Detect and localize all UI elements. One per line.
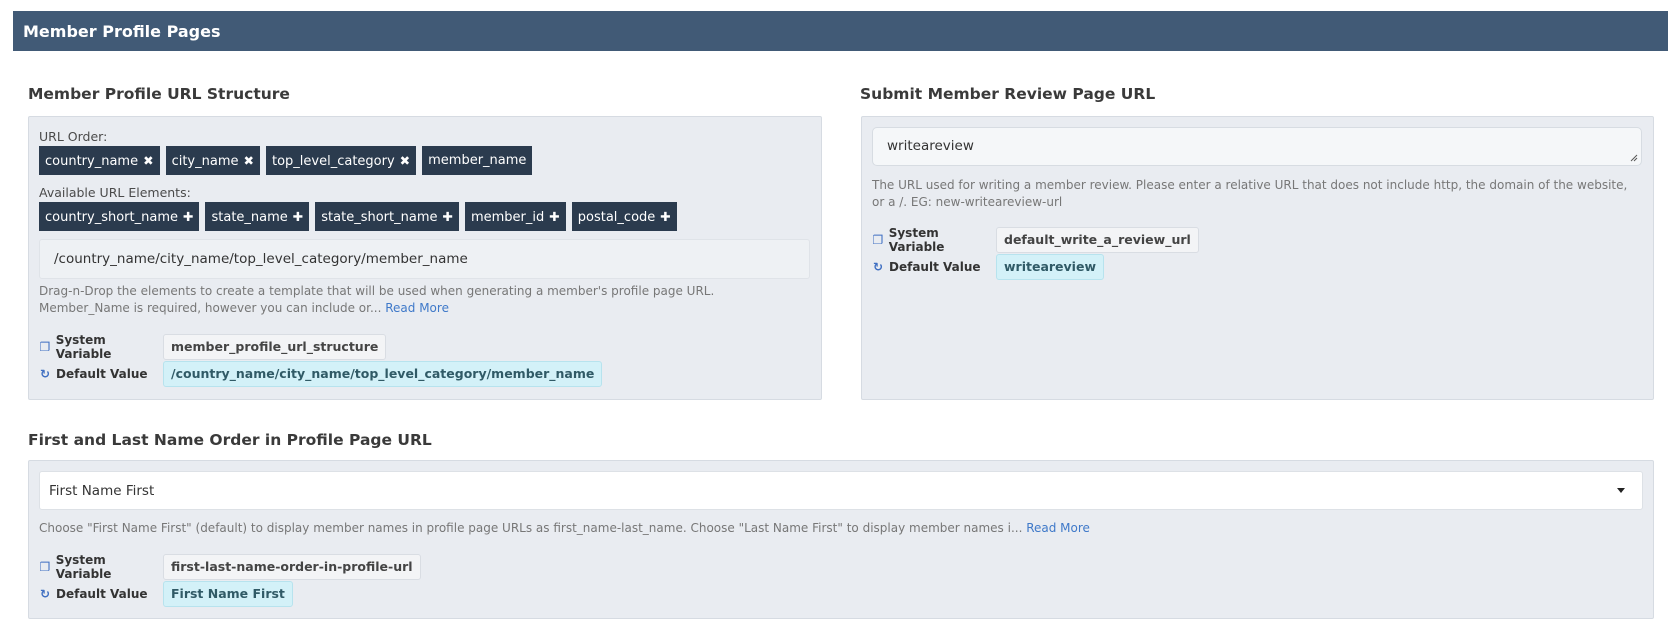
- refresh-icon[interactable]: ↻: [39, 587, 51, 601]
- add-icon[interactable]: ✚: [660, 209, 670, 224]
- refresh-icon[interactable]: ↻: [872, 260, 884, 274]
- available-element-chip[interactable]: state_short_name ✚: [315, 202, 459, 231]
- read-more-link[interactable]: Read More: [1026, 521, 1090, 535]
- review-url-input[interactable]: writeareview: [872, 127, 1642, 166]
- url-order-chip[interactable]: top_level_category ✖: [265, 146, 417, 175]
- resize-handle-icon[interactable]: [1630, 154, 1638, 162]
- remove-icon[interactable]: ✖: [244, 153, 254, 168]
- system-variable-row: ❐ System Variable first-last-name-order-i…: [39, 553, 421, 581]
- refresh-icon[interactable]: ↻: [39, 367, 51, 381]
- available-element-chip[interactable]: country_short_name ✚: [39, 202, 200, 231]
- url-structure-title: Member Profile URL Structure: [28, 85, 290, 103]
- add-icon[interactable]: ✚: [293, 209, 303, 224]
- name-order-help: Choose "First Name First" (default) to d…: [39, 521, 1090, 535]
- add-icon[interactable]: ✚: [183, 209, 193, 224]
- read-more-link[interactable]: Read More: [385, 301, 449, 315]
- url-order-chip[interactable]: country_name ✖: [39, 146, 160, 175]
- url-structure-help: Drag-n-Drop the elements to create a tem…: [39, 284, 715, 315]
- url-order-chip[interactable]: member_name: [422, 146, 533, 175]
- copy-icon[interactable]: ❐: [872, 233, 884, 247]
- available-element-chip[interactable]: postal_code ✚: [571, 202, 677, 231]
- chevron-down-icon[interactable]: [1617, 488, 1625, 493]
- default-value-row: ↻ Default Value writeareview: [872, 254, 1104, 280]
- url-preview: /country_name/city_name/top_level_catego…: [39, 239, 810, 279]
- copy-icon[interactable]: ❐: [39, 560, 51, 574]
- url-order-list[interactable]: country_name ✖ city_name ✖ top_level_categ…: [39, 146, 533, 175]
- review-url-help: The URL used for writing a member review…: [872, 178, 1628, 209]
- default-value-tag[interactable]: /country_name/city_name/top_level_catego…: [163, 361, 603, 387]
- copy-icon[interactable]: ❐: [39, 340, 51, 354]
- system-variable-row: ❐ System Variable member_profile_url_stru…: [39, 333, 387, 361]
- available-element-chip[interactable]: state_name ✚: [205, 202, 310, 231]
- url-order-label: URL Order:: [39, 129, 108, 144]
- name-order-title: First and Last Name Order in Profile Pag…: [28, 431, 432, 449]
- default-value-row: ↻ Default Value /country_name/city_name/t…: [39, 361, 603, 387]
- default-value-tag[interactable]: First Name First: [163, 581, 293, 607]
- available-elements-list[interactable]: country_short_name ✚ state_name ✚ state_sh…: [39, 202, 677, 231]
- page-header: Member Profile Pages: [13, 11, 1668, 51]
- add-icon[interactable]: ✚: [443, 209, 453, 224]
- remove-icon[interactable]: ✖: [143, 153, 153, 168]
- remove-icon[interactable]: ✖: [400, 153, 410, 168]
- page-title: Member Profile Pages: [23, 21, 221, 41]
- system-variable-tag[interactable]: member_profile_url_structure: [163, 334, 387, 360]
- url-order-chip[interactable]: city_name ✖: [165, 146, 260, 175]
- add-icon[interactable]: ✚: [549, 209, 559, 224]
- available-elements-label: Available URL Elements:: [39, 185, 191, 200]
- review-url-title: Submit Member Review Page URL: [860, 85, 1156, 103]
- default-value-tag[interactable]: writeareview: [996, 254, 1104, 280]
- system-variable-row: ❐ System Variable default_write_a_review_…: [872, 226, 1199, 254]
- system-variable-tag[interactable]: first-last-name-order-in-profile-url: [163, 554, 421, 580]
- available-element-chip[interactable]: member_id ✚: [464, 202, 566, 231]
- default-value-row: ↻ Default Value First Name First: [39, 581, 293, 607]
- system-variable-tag[interactable]: default_write_a_review_url: [996, 227, 1199, 253]
- name-order-select[interactable]: First Name First: [39, 471, 1643, 510]
